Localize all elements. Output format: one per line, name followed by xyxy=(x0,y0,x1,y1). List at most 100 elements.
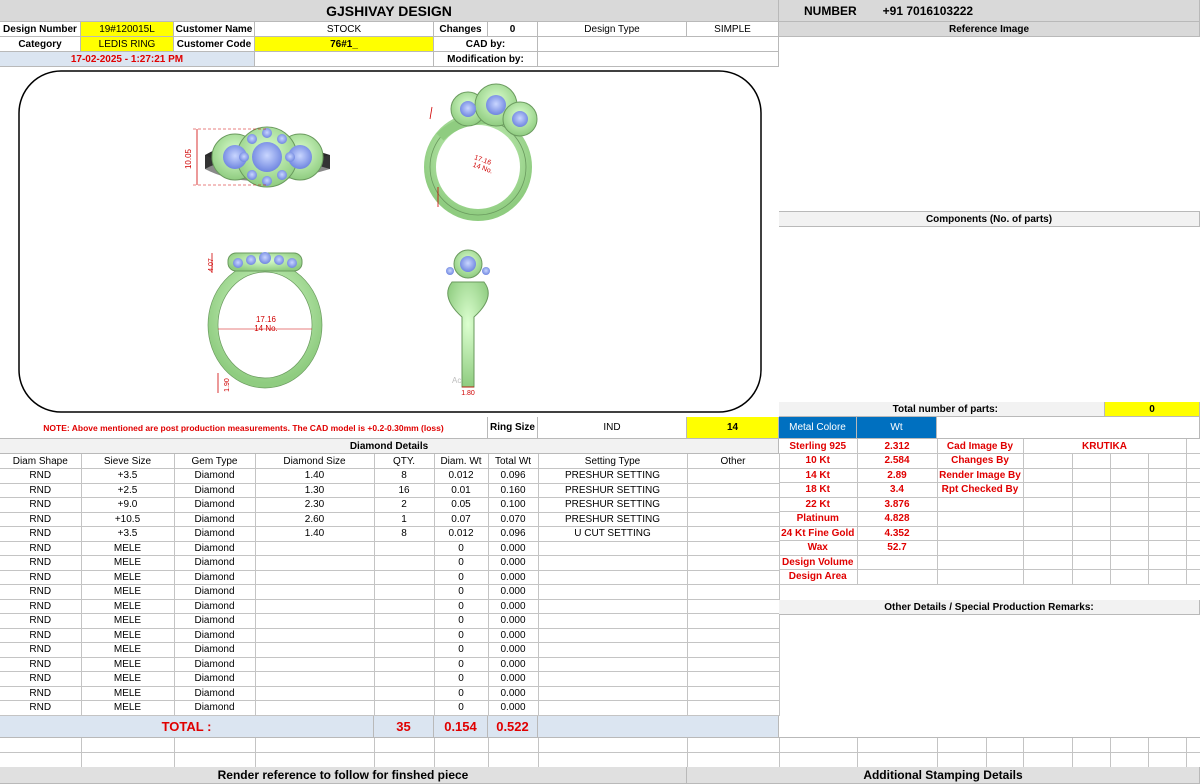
diamond-cell[interactable]: 0 xyxy=(434,555,489,571)
credit-value[interactable]: KRUTIKA xyxy=(1023,439,1187,454)
diamond-cell[interactable] xyxy=(687,497,780,513)
diamond-cell[interactable] xyxy=(255,541,375,556)
diamond-cell[interactable]: 0.000 xyxy=(488,642,539,658)
diamond-cell[interactable] xyxy=(687,700,780,716)
diamond-cell[interactable] xyxy=(687,671,780,687)
diamond-cell[interactable]: 0.000 xyxy=(488,599,539,614)
diamond-cell[interactable]: MELE xyxy=(81,555,175,571)
diamond-cell[interactable] xyxy=(374,628,435,643)
diamond-cell[interactable]: 0.000 xyxy=(488,671,539,687)
diamond-cell[interactable]: Diamond xyxy=(174,584,256,600)
diamond-cell[interactable]: 1.40 xyxy=(255,468,375,484)
customer-name-value[interactable]: STOCK xyxy=(255,22,434,37)
diamond-cell[interactable]: 0.000 xyxy=(488,613,539,629)
diamond-cell[interactable]: RND xyxy=(0,570,82,585)
diamond-cell[interactable]: 0 xyxy=(434,613,489,629)
diamond-cell[interactable]: RND xyxy=(0,657,82,672)
metal-weight[interactable]: 52.7 xyxy=(857,540,938,556)
design-number-value[interactable]: 19#120015L xyxy=(81,22,174,37)
diamond-cell[interactable] xyxy=(374,642,435,658)
diamond-cell[interactable]: MELE xyxy=(81,686,175,701)
diamond-cell[interactable]: MELE xyxy=(81,584,175,600)
diamond-cell[interactable] xyxy=(255,671,375,687)
diamond-cell[interactable]: RND xyxy=(0,512,82,527)
diamond-cell[interactable]: Diamond xyxy=(174,671,256,687)
diamond-cell[interactable]: 0.012 xyxy=(434,526,489,542)
metal-weight[interactable]: 2.584 xyxy=(857,453,938,469)
diamond-cell[interactable]: +9.0 xyxy=(81,497,175,513)
diamond-cell[interactable] xyxy=(538,541,688,556)
diamond-cell[interactable]: 0 xyxy=(434,599,489,614)
diamond-cell[interactable] xyxy=(687,686,780,701)
credit-value[interactable] xyxy=(1023,468,1073,483)
diamond-cell[interactable]: 0 xyxy=(434,628,489,643)
diamond-cell[interactable]: 0 xyxy=(434,642,489,658)
diamond-cell[interactable]: 0.000 xyxy=(488,570,539,585)
diamond-cell[interactable] xyxy=(687,628,780,643)
diamond-cell[interactable] xyxy=(687,526,780,542)
diamond-cell[interactable]: MELE xyxy=(81,541,175,556)
diamond-cell[interactable] xyxy=(255,584,375,600)
diamond-cell[interactable]: 1.30 xyxy=(255,483,375,498)
diamond-cell[interactable]: RND xyxy=(0,497,82,513)
diamond-cell[interactable]: Diamond xyxy=(174,483,256,498)
diamond-cell[interactable]: 0 xyxy=(434,657,489,672)
diamond-cell[interactable]: 8 xyxy=(374,468,435,484)
diamond-cell[interactable]: 16 xyxy=(374,483,435,498)
diamond-cell[interactable]: 1 xyxy=(374,512,435,527)
changes-value[interactable]: 0 xyxy=(488,22,538,37)
diamond-cell[interactable]: PRESHUR SETTING xyxy=(538,483,688,498)
diamond-cell[interactable]: Diamond xyxy=(174,497,256,513)
diamond-cell[interactable]: PRESHUR SETTING xyxy=(538,468,688,484)
diamond-cell[interactable]: Diamond xyxy=(174,599,256,614)
diamond-cell[interactable]: RND xyxy=(0,628,82,643)
diamond-cell[interactable]: RND xyxy=(0,584,82,600)
diamond-cell[interactable]: +2.5 xyxy=(81,483,175,498)
credit-value[interactable] xyxy=(1023,569,1073,585)
diamond-cell[interactable]: Diamond xyxy=(174,628,256,643)
diamond-cell[interactable]: RND xyxy=(0,671,82,687)
diamond-cell[interactable]: MELE xyxy=(81,628,175,643)
diamond-cell[interactable]: RND xyxy=(0,468,82,484)
diamond-cell[interactable]: MELE xyxy=(81,657,175,672)
diamond-cell[interactable]: 1.40 xyxy=(255,526,375,542)
diamond-cell[interactable] xyxy=(374,584,435,600)
diamond-cell[interactable] xyxy=(538,584,688,600)
diamond-cell[interactable]: 2.60 xyxy=(255,512,375,527)
diamond-cell[interactable] xyxy=(255,555,375,571)
diamond-cell[interactable]: Diamond xyxy=(174,642,256,658)
diamond-cell[interactable]: 8 xyxy=(374,526,435,542)
diamond-cell[interactable]: RND xyxy=(0,599,82,614)
diamond-cell[interactable] xyxy=(687,570,780,585)
diamond-cell[interactable] xyxy=(374,613,435,629)
diamond-cell[interactable] xyxy=(255,657,375,672)
diamond-cell[interactable]: 0.05 xyxy=(434,497,489,513)
diamond-cell[interactable] xyxy=(687,584,780,600)
diamond-cell[interactable] xyxy=(374,657,435,672)
diamond-cell[interactable]: MELE xyxy=(81,671,175,687)
diamond-cell[interactable]: Diamond xyxy=(174,700,256,716)
diamond-cell[interactable]: 2.30 xyxy=(255,497,375,513)
diamond-cell[interactable]: RND xyxy=(0,642,82,658)
diamond-cell[interactable] xyxy=(538,642,688,658)
diamond-cell[interactable]: 0.07 xyxy=(434,512,489,527)
metal-weight[interactable]: 3.876 xyxy=(857,497,938,512)
diamond-cell[interactable]: 0.070 xyxy=(488,512,539,527)
metal-weight[interactable]: 4.828 xyxy=(857,511,938,527)
diamond-cell[interactable]: 0 xyxy=(434,671,489,687)
diamond-cell[interactable] xyxy=(538,628,688,643)
diamond-cell[interactable]: MELE xyxy=(81,599,175,614)
diamond-cell[interactable]: 0.000 xyxy=(488,541,539,556)
other-details-area[interactable] xyxy=(779,615,1200,738)
diamond-cell[interactable]: RND xyxy=(0,555,82,571)
diamond-cell[interactable]: 0.000 xyxy=(488,555,539,571)
diamond-cell[interactable]: 0.096 xyxy=(488,468,539,484)
diamond-cell[interactable] xyxy=(687,468,780,484)
metal-weight[interactable]: 2.312 xyxy=(857,439,938,454)
diamond-cell[interactable]: Diamond xyxy=(174,613,256,629)
diamond-cell[interactable]: 0 xyxy=(434,570,489,585)
diamond-cell[interactable] xyxy=(255,613,375,629)
diamond-cell[interactable]: 0.012 xyxy=(434,468,489,484)
diamond-cell[interactable]: 0.000 xyxy=(488,584,539,600)
diamond-cell[interactable]: 0 xyxy=(434,541,489,556)
